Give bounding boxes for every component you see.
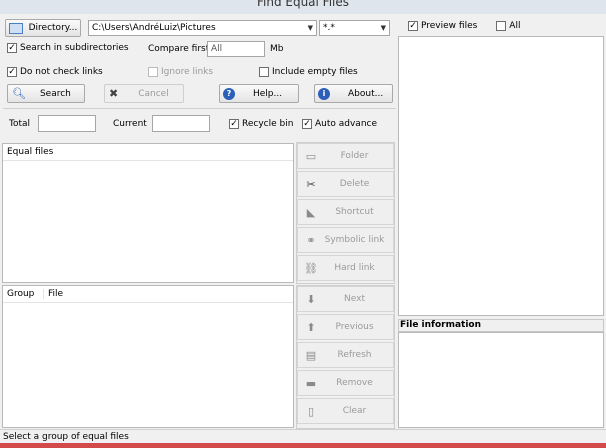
symbolic-link-button-label: Symbolic link (324, 235, 385, 245)
preview-header: ✓ Preview files All (397, 16, 605, 36)
column-group[interactable]: Group (3, 289, 44, 299)
remove-button[interactable]: ▬ Remove (297, 370, 394, 396)
arrow-up-icon: ⬆ (306, 320, 316, 334)
folder-icon: ▭ (305, 149, 317, 163)
mask-combobox[interactable]: *.* ▼ (319, 20, 390, 36)
hard-link-button[interactable]: ⛓ Hard link (297, 255, 394, 281)
mask-value: *.* (323, 23, 335, 33)
cancel-button[interactable]: ✖ Cancel (104, 84, 184, 103)
about-button-label: About... (348, 88, 384, 99)
help-icon: ? (223, 87, 235, 100)
cancel-button-label: Cancel (138, 88, 169, 99)
title-bar: Find Equal Files (0, 0, 606, 14)
compare-unit: Mb (270, 44, 284, 54)
clear-button[interactable]: ▯ Clear (297, 398, 394, 424)
current-field (152, 115, 210, 132)
preview-pane (398, 36, 604, 316)
checkbox-checked[interactable]: ✓ (229, 119, 239, 129)
search-subdirs-label: Search in subdirectories (20, 43, 129, 53)
chevron-down-icon[interactable]: ▼ (308, 24, 313, 32)
total-label: Total (9, 119, 31, 129)
checkbox-checked[interactable]: ✓ (408, 21, 418, 31)
preview-files-checkbox[interactable]: ✓ Preview files (408, 21, 477, 31)
search-subdirs-checkbox[interactable]: ✓ Search in subdirectories (7, 43, 129, 53)
checkbox-unchecked[interactable] (259, 67, 269, 77)
clear-button-label: Clear (342, 406, 367, 416)
previous-button-label: Previous (335, 322, 374, 332)
search-button-label: Search (39, 88, 71, 99)
window-title: Find Equal Files (256, 0, 350, 9)
delete-button-label: Delete (339, 179, 370, 189)
total-field (38, 115, 96, 132)
refresh-button-label: Refresh (337, 350, 372, 360)
include-empty-label: Include empty files (272, 67, 358, 77)
file-information-pane (398, 332, 604, 428)
directory-button-label: Directory... (28, 23, 78, 33)
column-file[interactable]: File (44, 289, 63, 299)
no-links-label: Do not check links (20, 67, 103, 77)
status-text: Select a group of equal files (3, 432, 129, 442)
recycle-bin-checkbox[interactable]: ✓ Recycle bin (229, 119, 293, 129)
hard-link-button-label: Hard link (334, 263, 375, 273)
compare-first-value: All (211, 44, 223, 54)
folder-button-label: Folder (340, 151, 369, 161)
refresh-button[interactable]: ▤ Refresh (297, 342, 394, 368)
no-links-checkbox[interactable]: ✓ Do not check links (7, 67, 103, 77)
scissors-icon: ✂ (306, 177, 316, 191)
group-file-list[interactable]: Group File (2, 285, 294, 428)
help-button-label: Help... (253, 88, 283, 99)
separator (3, 108, 396, 109)
preview-files-label: Preview files (421, 21, 478, 31)
equal-files-list[interactable]: Equal files (2, 143, 294, 283)
refresh-icon: ▤ (305, 348, 317, 362)
checkbox-unchecked[interactable] (148, 67, 158, 77)
directory-button[interactable]: Directory... (5, 19, 81, 37)
info-icon: i (318, 87, 330, 100)
status-bar: Select a group of equal files (0, 429, 606, 448)
checkbox-checked[interactable]: ✓ (7, 43, 17, 53)
recycle-bin-label: Recycle bin (242, 119, 294, 129)
checkbox-unchecked[interactable] (496, 21, 507, 31)
auto-advance-checkbox[interactable]: ✓ Auto advance (302, 119, 377, 129)
file-information-header: File information (398, 319, 604, 332)
path-combobox[interactable]: C:\Users\AndréLuiz\Pictures ▼ (88, 20, 317, 36)
link-icon: ⚭ (306, 233, 316, 247)
symbolic-link-button[interactable]: ⚭ Symbolic link (297, 227, 394, 253)
shortcut-icon: ◣ (306, 205, 316, 219)
next-button[interactable]: ⬇ Next (297, 286, 394, 312)
next-button-label: Next (344, 294, 365, 304)
equal-files-header[interactable]: Equal files (3, 144, 293, 161)
shortcut-button[interactable]: ◣ Shortcut (297, 199, 394, 225)
preview-all-checkbox[interactable]: All (496, 21, 520, 31)
ignore-links-checkbox[interactable]: Ignore links (148, 67, 213, 77)
path-value: C:\Users\AndréLuiz\Pictures (92, 23, 216, 33)
search-button[interactable]: 🔍︎ Search (7, 84, 85, 103)
arrow-down-icon: ⬇ (306, 292, 316, 306)
about-button[interactable]: i About... (314, 84, 393, 103)
auto-advance-label: Auto advance (315, 119, 378, 129)
checkbox-checked[interactable]: ✓ (7, 67, 17, 77)
chevron-down-icon[interactable]: ▼ (381, 24, 386, 32)
shortcut-button-label: Shortcut (335, 207, 374, 217)
compare-first-input[interactable]: All (207, 41, 265, 57)
close-icon: ✖ (109, 87, 119, 100)
previous-button[interactable]: ⬆ Previous (297, 314, 394, 340)
current-label: Current (113, 119, 147, 129)
checkbox-checked[interactable]: ✓ (302, 119, 312, 129)
preview-all-label: All (509, 21, 521, 31)
compare-first-label: Compare first (148, 44, 210, 54)
remove-button-label: Remove (336, 378, 373, 388)
search-icon: 🔍︎ (12, 87, 26, 100)
ignore-links-label: Ignore links (161, 67, 214, 77)
delete-button[interactable]: ✂ Delete (297, 171, 394, 197)
remove-icon: ▬ (305, 376, 317, 390)
clear-icon: ▯ (307, 404, 315, 418)
hard-link-icon: ⛓ (304, 261, 318, 275)
help-button[interactable]: ? Help... (219, 84, 299, 103)
group-file-header: Group File (3, 286, 293, 303)
include-empty-checkbox[interactable]: Include empty files (259, 67, 358, 77)
equal-files-header-label: Equal files (7, 147, 54, 157)
folder-button[interactable]: ▭ Folder (297, 143, 394, 169)
folder-icon (8, 22, 23, 34)
